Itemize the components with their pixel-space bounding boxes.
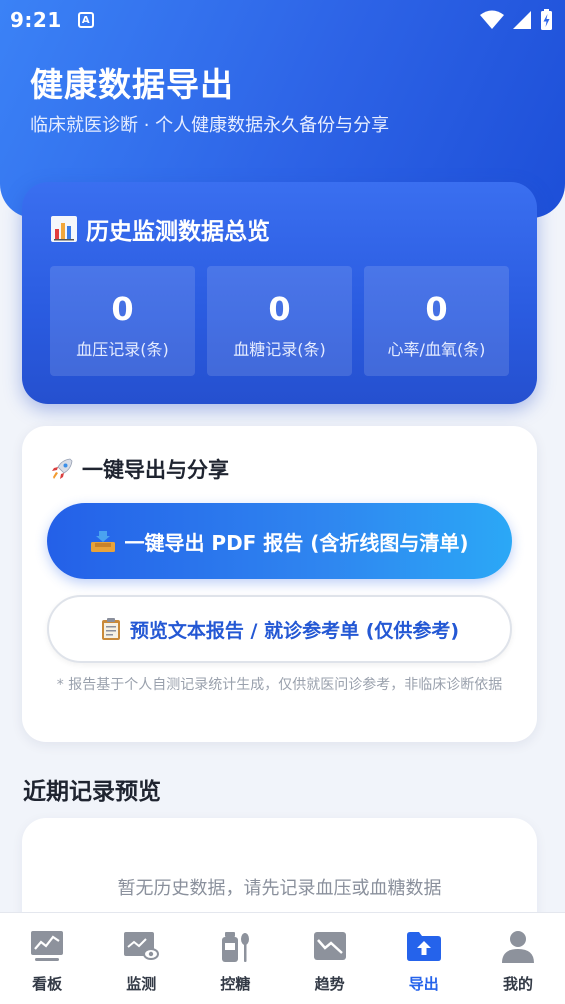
stat-label: 血糖记录(条) bbox=[233, 340, 326, 359]
rocket-icon bbox=[52, 458, 73, 479]
empty-state-text: 暂无历史数据，请先记录血压或血糖数据 bbox=[117, 878, 442, 899]
nav-label: 监测 bbox=[126, 975, 157, 993]
nav-item-profile[interactable]: 我的 bbox=[471, 913, 565, 1004]
nav-label: 看板 bbox=[32, 975, 63, 993]
app-notification-icon: A bbox=[77, 12, 94, 28]
status-time: 9:21 bbox=[10, 8, 62, 32]
export-title: 一键导出与分享 bbox=[50, 454, 229, 484]
nav-item-monitor[interactable]: 监测 bbox=[94, 913, 188, 1004]
stat-label: 血压记录(条) bbox=[76, 340, 169, 359]
nav-label: 导出 bbox=[408, 975, 439, 993]
stat-heart-rate-oxygen: 0 心率/血氧(条) bbox=[364, 266, 509, 376]
export-title-text: 一键导出与分享 bbox=[82, 458, 229, 482]
dashboard-icon bbox=[31, 931, 64, 961]
stat-value: 0 bbox=[268, 290, 291, 328]
nav-item-export[interactable]: 导出 bbox=[377, 913, 471, 1004]
signal-icon bbox=[513, 11, 531, 29]
nav-label: 趋势 bbox=[314, 975, 345, 993]
profile-icon bbox=[501, 931, 534, 963]
stat-blood-sugar: 0 血糖记录(条) bbox=[207, 266, 352, 376]
status-icons bbox=[480, 9, 553, 31]
nav-label: 我的 bbox=[502, 975, 533, 993]
clipboard-icon bbox=[101, 618, 120, 640]
stat-label: 心率/血氧(条) bbox=[387, 340, 486, 359]
monitor-icon bbox=[124, 932, 160, 960]
bottom-nav: 看板 监测 控糖 趋势 导出 我的 bbox=[0, 912, 565, 1004]
food-icon bbox=[222, 932, 250, 962]
nav-label: 控糖 bbox=[220, 975, 251, 993]
battery-icon bbox=[541, 9, 552, 30]
status-bar: 9:21 A bbox=[0, 0, 565, 40]
upload-folder-icon bbox=[406, 932, 441, 961]
page-subtitle: 临床就医诊断 · 个人健康数据永久备份与分享 bbox=[30, 115, 390, 136]
trend-icon bbox=[313, 932, 346, 960]
recent-records-title: 近期记录预览 bbox=[23, 779, 161, 805]
stat-value: 0 bbox=[111, 290, 134, 328]
nav-item-trend[interactable]: 趋势 bbox=[283, 913, 377, 1004]
wifi-icon bbox=[480, 10, 504, 29]
export-pdf-button[interactable]: 一键导出 PDF 报告 (含折线图与清单) bbox=[47, 503, 512, 579]
export-pdf-label: 一键导出 PDF 报告 (含折线图与清单) bbox=[124, 530, 469, 555]
inbox-tray-icon bbox=[91, 531, 116, 552]
bar-chart-icon bbox=[51, 216, 77, 242]
nav-item-dashboard[interactable]: 看板 bbox=[0, 913, 94, 1004]
nav-item-sugar-control[interactable]: 控糖 bbox=[188, 913, 282, 1004]
page-title: 健康数据导出 bbox=[30, 65, 234, 104]
stat-value: 0 bbox=[425, 290, 448, 328]
stat-blood-pressure: 0 血压记录(条) bbox=[50, 266, 195, 376]
export-share-card: 一键导出与分享 一键导出 PDF 报告 (含折线图与清单) 预览文本报告 / 就… bbox=[22, 426, 537, 742]
overview-title: 历史监测数据总览 bbox=[50, 212, 270, 246]
disclaimer-note: * 报告基于个人自测记录统计生成，仅供就医问诊参考，非临床诊断依据 bbox=[56, 677, 503, 693]
history-overview-card: 历史监测数据总览 0 血压记录(条) 0 血糖记录(条) 0 心率/血氧(条) bbox=[22, 182, 537, 404]
overview-title-text: 历史监测数据总览 bbox=[86, 219, 270, 245]
preview-report-button[interactable]: 预览文本报告 / 就诊参考单 (仅供参考) bbox=[47, 595, 512, 663]
preview-report-label: 预览文本报告 / 就诊参考单 (仅供参考) bbox=[129, 619, 460, 642]
